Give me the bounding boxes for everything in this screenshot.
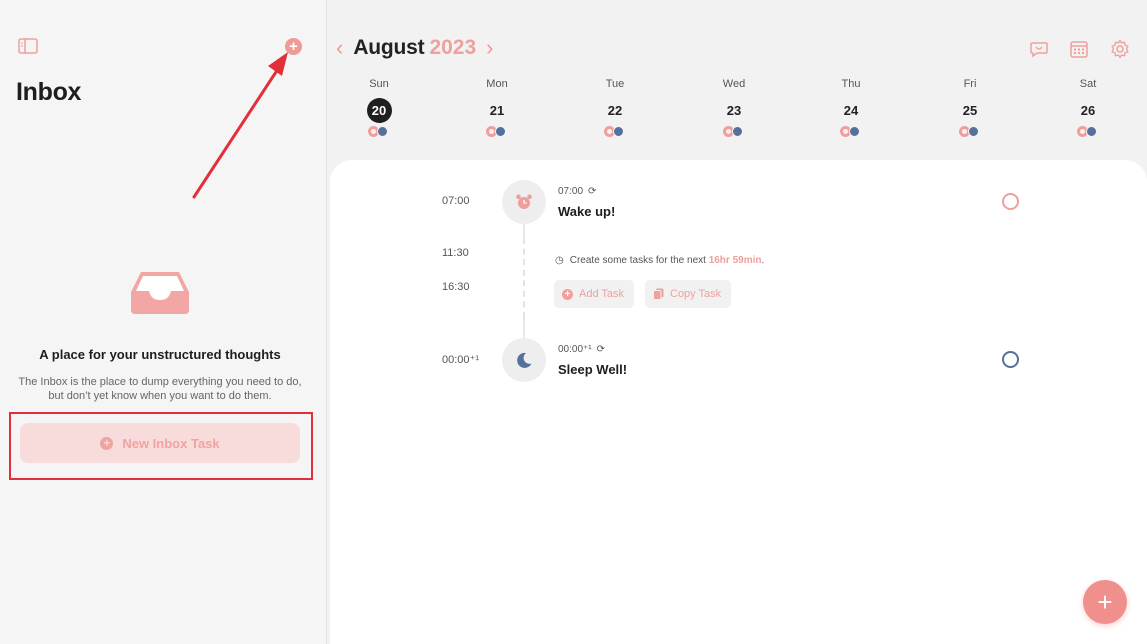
plus-circle-icon[interactable]: +: [285, 38, 302, 55]
task-title[interactable]: Sleep Well!: [558, 362, 627, 377]
inbox-tray-icon: [131, 272, 189, 314]
empty-state-description: The Inbox is the place to dump everythin…: [18, 376, 302, 402]
day-number: 26: [1080, 103, 1096, 118]
task-complete-checkbox[interactable]: [1002, 351, 1019, 368]
day-name: Wed: [722, 78, 746, 90]
day-column[interactable]: Tue 22: [585, 78, 645, 137]
day-indicator-icons: [959, 126, 981, 137]
day-number: 23: [726, 103, 742, 118]
add-task-label: Add Task: [579, 288, 625, 300]
task-time-label: 00:00⁺¹: [558, 344, 592, 355]
app-window: + Inbox A place for your unstructured th…: [0, 0, 1147, 644]
day-number: 24: [843, 103, 859, 118]
chevron-right-icon[interactable]: ›: [486, 37, 493, 59]
page-title: Inbox: [16, 78, 82, 106]
plus-circle-icon: +: [562, 288, 573, 300]
year-label: 2023: [429, 36, 477, 59]
day-indicator-icons: [486, 126, 508, 137]
empty-state-heading: A place for your unstructured thoughts: [39, 347, 281, 362]
day-column[interactable]: Fri 25: [940, 78, 1000, 137]
copy-task-button[interactable]: Copy Task: [645, 280, 732, 308]
timeline-connector-dashed: [523, 238, 525, 318]
calendar-icon[interactable]: [1069, 39, 1089, 59]
day-indicator-icons: [368, 126, 390, 137]
add-task-fab[interactable]: +: [1083, 580, 1127, 624]
time-label: 07:00: [442, 195, 470, 207]
day-name: Sat: [1079, 78, 1097, 90]
day-indicator-icons: [1077, 126, 1099, 137]
hint-prefix: Create some tasks for the next: [569, 255, 706, 266]
week-strip: Sun 20 Mon 21 Tue 22 Wed 23 Thu 24 Fri 2…: [330, 78, 1147, 148]
task-title[interactable]: Wake up!: [558, 204, 615, 219]
moon-icon[interactable]: [502, 338, 546, 382]
day-name: Fri: [963, 78, 977, 90]
alarm-clock-icon[interactable]: [502, 180, 546, 224]
month-label: August: [353, 36, 425, 59]
day-name: Mon: [486, 78, 508, 90]
day-name: Tue: [605, 78, 625, 90]
day-number-today: 20: [366, 98, 392, 123]
time-label: 00:00⁺¹: [442, 354, 479, 366]
hint-text: Create some tasks for the next 16hr 59mi…: [570, 255, 765, 266]
repeat-icon: ⟳: [588, 186, 597, 197]
day-indicator-icons: [723, 126, 745, 137]
copy-task-label: Copy Task: [670, 288, 722, 300]
clock-icon: ◷: [555, 255, 564, 266]
timeline-connector: [523, 318, 525, 338]
repeat-icon: ⟳: [596, 344, 606, 355]
day-name: Thu: [841, 78, 861, 90]
highlight-box-annotation: [9, 412, 313, 480]
chevron-left-icon[interactable]: ‹: [336, 37, 343, 59]
time-label: 11:30: [442, 247, 469, 259]
task-time-label: 07:00: [558, 186, 584, 197]
time-label: 16:30: [442, 281, 470, 293]
sidebar-toggle-icon[interactable]: [18, 38, 38, 54]
timeline-connector: [523, 224, 525, 238]
gear-icon[interactable]: [1110, 39, 1130, 59]
month-navigation: ‹ August 2023 ›: [336, 36, 494, 60]
empty-gap-hint: ◷ Create some tasks for the next 16hr 59…: [555, 255, 764, 266]
timeline-panel: 07:00 11:30 16:30 00:00⁺¹ 07:00 ⟳ Wake u…: [330, 160, 1147, 644]
day-column[interactable]: Thu 24: [821, 78, 881, 137]
day-number: 21: [489, 103, 505, 118]
day-column[interactable]: Wed 23: [704, 78, 764, 137]
hint-suffix: .: [761, 255, 765, 266]
copy-icon: [653, 288, 664, 300]
chat-icon[interactable]: [1029, 39, 1049, 59]
day-indicator-icons: [604, 126, 626, 137]
day-indicator-icons: [840, 126, 862, 137]
task-complete-checkbox[interactable]: [1002, 193, 1019, 210]
hint-duration: 16hr 59min: [708, 255, 762, 266]
task-time: 00:00⁺¹ ⟳: [558, 344, 605, 355]
day-number: 25: [962, 103, 978, 118]
month-year-title: August 2023: [353, 36, 476, 60]
day-column[interactable]: Sun 20: [349, 78, 409, 137]
add-task-button[interactable]: + Add Task: [554, 280, 635, 308]
task-time: 07:00 ⟳: [558, 186, 596, 197]
inbox-sidebar: + Inbox A place for your unstructured th…: [0, 0, 327, 644]
day-name: Sun: [369, 78, 389, 90]
day-column[interactable]: Sat 26: [1058, 78, 1118, 137]
day-number: 22: [607, 103, 623, 118]
day-column[interactable]: Mon 21: [467, 78, 527, 137]
